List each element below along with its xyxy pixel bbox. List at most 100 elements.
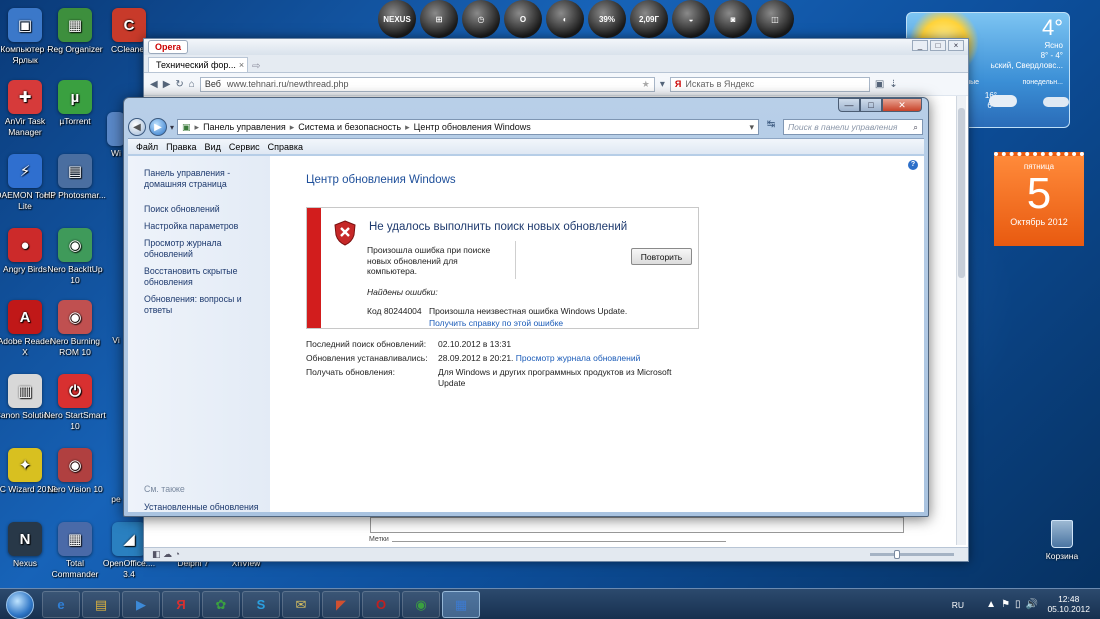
close-button[interactable]: ✕ (882, 98, 922, 112)
star-icon[interactable]: ★ (642, 79, 650, 90)
desktop-icon[interactable]: ▦ Total Commander (44, 522, 106, 580)
dock-item[interactable]: NEXUS (378, 0, 416, 38)
zoom-slider[interactable] (870, 550, 954, 559)
menu-edit[interactable]: Правка (166, 142, 196, 152)
dock-item[interactable]: O (504, 0, 542, 38)
app-icon: C (112, 8, 146, 42)
app-icon: N (8, 522, 42, 556)
desktop-icon[interactable]: ▦ Reg Organizer (44, 8, 106, 55)
desktop-icon[interactable]: ▤ HP Photosmar... (44, 154, 106, 201)
taskbar-item[interactable]: ◉ (402, 591, 440, 618)
desktop-icon-label: HP Photosmar... (44, 190, 106, 200)
taskbar-item[interactable]: ▶ (122, 591, 160, 618)
taskbar-item[interactable]: ✿ (202, 591, 240, 618)
network-icon[interactable]: ▯ (1015, 599, 1021, 610)
opera-window-controls: _ □ × (912, 40, 964, 51)
dock-item[interactable]: ◙ (714, 0, 752, 38)
dock-item[interactable]: ◐ (546, 0, 584, 38)
chevron-down-icon[interactable]: ▾ (749, 122, 754, 133)
minimize-button[interactable]: _ (912, 40, 928, 51)
sidebar-item-history[interactable]: Просмотр журнала обновлений (144, 238, 262, 260)
dock-item[interactable]: ◒ (672, 0, 710, 38)
see-also-heading: См. также (144, 484, 185, 494)
download-icon[interactable]: ⇣ (889, 79, 897, 90)
taskbar-item[interactable]: S (242, 591, 280, 618)
breadcrumb-item[interactable]: Система и безопасность (298, 122, 401, 132)
dock-item[interactable]: 2,09Г (630, 0, 668, 38)
menu-file[interactable]: Файл (136, 142, 158, 152)
scrollbar[interactable] (956, 96, 966, 545)
action-center-icon[interactable]: ⚑ (1001, 599, 1010, 610)
panel-icon[interactable]: ▣ (875, 79, 884, 90)
opera-titlebar: Opera _ □ × (144, 39, 968, 55)
menu-tools[interactable]: Сервис (229, 142, 260, 152)
retry-button[interactable]: Повторить (631, 248, 692, 265)
address-bar[interactable]: Веб www.tehnari.ru/newthread.php ★ (199, 76, 655, 92)
reload-icon[interactable]: ↻ (175, 79, 183, 90)
taskbar-item[interactable]: ◤ (322, 591, 360, 618)
volume-icon[interactable]: 🔊 (1026, 599, 1038, 610)
menu-view[interactable]: Вид (205, 142, 221, 152)
back-icon[interactable]: ◀ (150, 79, 158, 90)
tab-close-icon[interactable]: × (239, 60, 244, 70)
taskbar-item[interactable]: ▦ (442, 591, 480, 618)
breadcrumb-item[interactable]: Центр обновления Windows (414, 122, 531, 132)
menu-help[interactable]: Справка (268, 142, 303, 152)
calendar-day: 5 (1026, 169, 1052, 218)
sidebar-item-installed-updates[interactable]: Установленные обновления (144, 502, 259, 512)
clock[interactable]: 12:48 05.10.2012 (1047, 594, 1090, 614)
close-button[interactable]: × (948, 40, 964, 51)
desktop-icon[interactable]: ⏻ Nero StartSmart 10 (44, 374, 106, 432)
search-icon[interactable]: ⌕ (913, 122, 918, 133)
forward-icon[interactable]: ▶ (149, 118, 167, 136)
taskbar-item[interactable]: Я (162, 591, 200, 618)
desktop-icon[interactable]: µ µTorrent (44, 80, 106, 127)
sidebar-item-check-updates[interactable]: Поиск обновлений (144, 204, 262, 215)
opera-menu-button[interactable]: Opera (148, 40, 189, 54)
show-hidden-icon[interactable]: ▲ (986, 599, 996, 610)
dock-item[interactable]: 39% (588, 0, 626, 38)
search-field[interactable]: Я Искать в Яндекс (669, 76, 870, 92)
home-icon[interactable]: ⌂ (189, 79, 195, 90)
sidebar-item-faq[interactable]: Обновления: вопросы и ответы (144, 294, 262, 316)
calendar-gadget[interactable]: пятница 5 Октябрь 2012 (994, 152, 1084, 246)
error-help-link[interactable]: Получить справку по этой ошибке (429, 318, 563, 328)
maximize-button[interactable]: □ (930, 40, 946, 51)
breadcrumb-item[interactable]: Панель управления (203, 122, 286, 132)
new-tab-icon[interactable]: ⇨ (252, 61, 260, 72)
app-icon: ◢ (112, 522, 146, 556)
help-icon[interactable]: ? (908, 160, 918, 170)
recycle-bin[interactable]: Корзина (1040, 520, 1084, 561)
sidebar-item-restore-hidden[interactable]: Восстановить скрытые обновления (144, 266, 262, 288)
taskbar-item[interactable]: e (42, 591, 80, 618)
post-textarea[interactable] (370, 517, 904, 533)
maximize-button[interactable]: □ (860, 98, 882, 112)
dock-item[interactable]: ◫ (756, 0, 794, 38)
sidebar-item-settings[interactable]: Настройка параметров (144, 221, 262, 232)
recent-pages-icon[interactable]: ▾ (170, 123, 174, 132)
refresh-icon[interactable]: ↹ (762, 119, 780, 135)
sidebar-item-home[interactable]: Панель управления - домашняя страница (144, 168, 262, 190)
breadcrumb[interactable]: ▣ ▸ Панель управления ▸ Система и безопа… (177, 119, 760, 135)
opera-tab[interactable]: Технический фор... × (148, 57, 248, 72)
taskbar-item[interactable]: O (362, 591, 400, 618)
view-history-link[interactable]: Просмотр журнала обновлений (516, 353, 641, 363)
back-icon[interactable]: ◀ (128, 118, 146, 136)
cloud-icon (1043, 97, 1069, 107)
minimize-button[interactable]: — (838, 98, 860, 112)
zoom-knob[interactable] (894, 550, 900, 559)
dropdown-icon[interactable]: ▾ (660, 79, 665, 90)
dock-item[interactable]: ◷ (462, 0, 500, 38)
desktop-icon[interactable]: ◉ Nero BackItUp 10 (44, 228, 106, 286)
desktop-icon[interactable]: ◉ Nero Vision 10 (44, 448, 106, 495)
forward-icon[interactable]: ▶ (163, 79, 171, 90)
search-input[interactable]: Поиск в панели управления ⌕ (783, 119, 924, 135)
scroll-thumb[interactable] (958, 108, 965, 278)
dock-item[interactable]: ⊞ (420, 0, 458, 38)
taskbar-item[interactable]: ▤ (82, 591, 120, 618)
start-button[interactable] (6, 591, 34, 619)
panel-toggle-icon[interactable]: ◧ ☁ ◔ (152, 549, 180, 560)
language-indicator[interactable]: RU (952, 600, 964, 610)
desktop-icon[interactable]: ◉ Nero Burning ROM 10 (44, 300, 106, 358)
taskbar-item[interactable]: ✉ (282, 591, 320, 618)
